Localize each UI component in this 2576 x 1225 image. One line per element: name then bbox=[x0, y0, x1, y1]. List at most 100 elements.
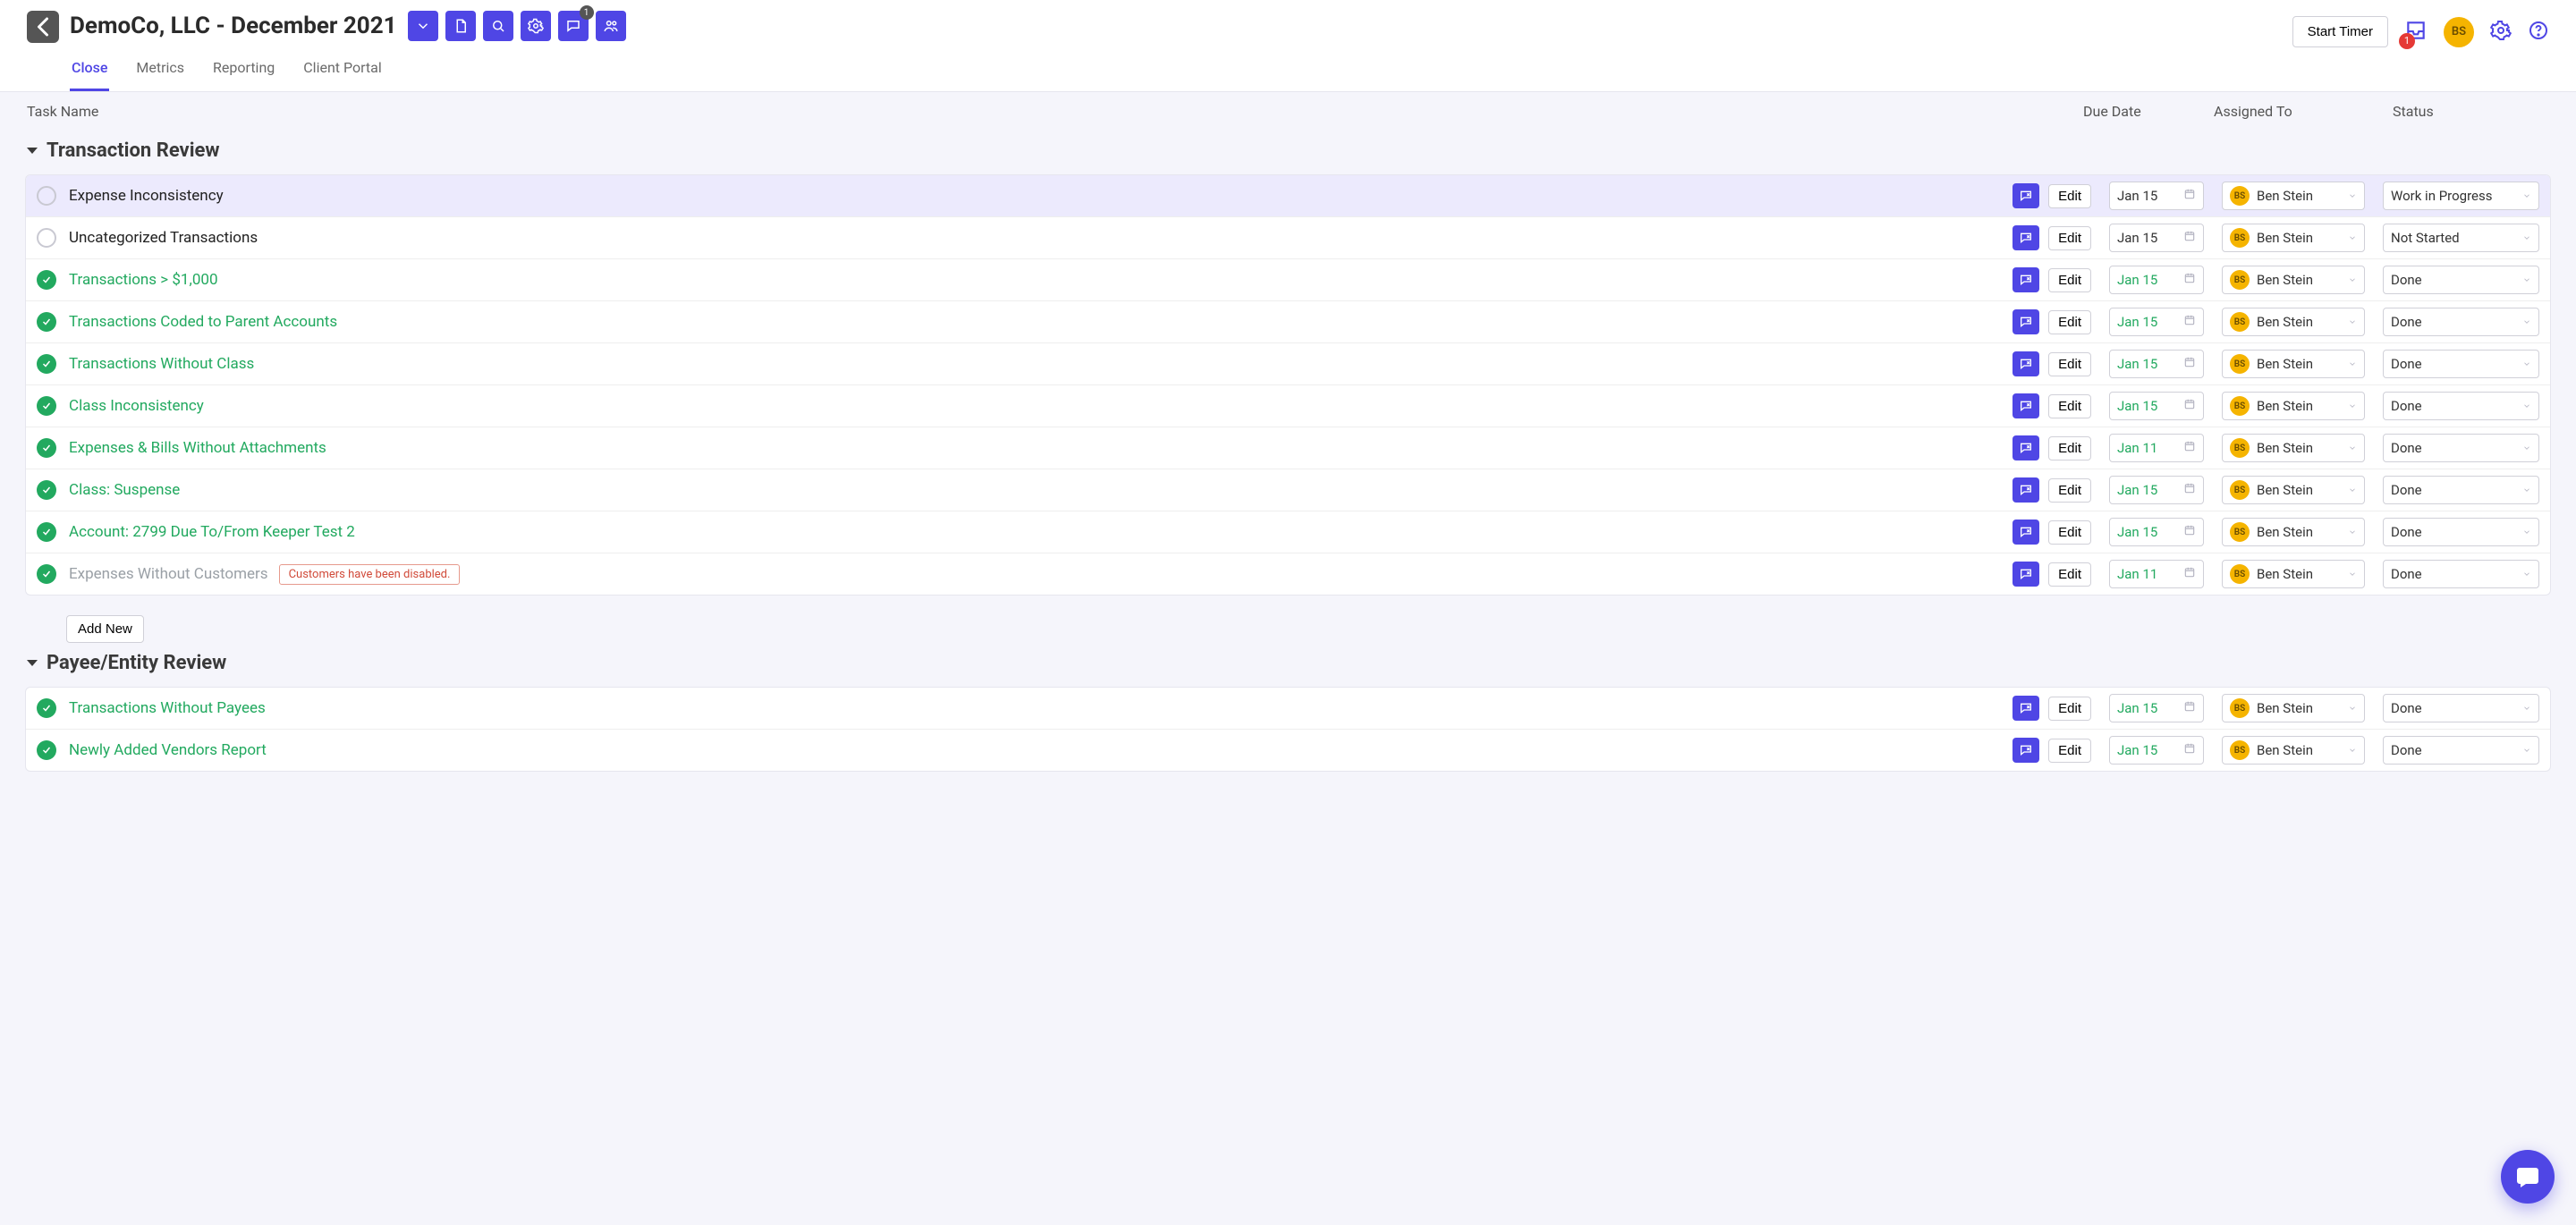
open-circle-icon[interactable] bbox=[37, 228, 56, 248]
task-row[interactable]: Newly Added Vendors ReportEditJan 15BSBe… bbox=[26, 730, 2550, 771]
due-date-select[interactable]: Jan 15 bbox=[2109, 476, 2204, 504]
status-select[interactable]: Done bbox=[2383, 392, 2539, 420]
edit-button[interactable]: Edit bbox=[2048, 697, 2091, 721]
assignee-select[interactable]: BSBen Stein bbox=[2222, 560, 2365, 588]
section-header[interactable]: Payee/Entity Review bbox=[0, 643, 2576, 687]
row-chat-button[interactable] bbox=[2012, 520, 2039, 545]
row-chat-button[interactable] bbox=[2012, 477, 2039, 503]
due-date-select[interactable]: Jan 15 bbox=[2109, 224, 2204, 252]
check-circle-icon[interactable] bbox=[37, 698, 56, 718]
task-row[interactable]: Transactions Coded to Parent AccountsEdi… bbox=[26, 301, 2550, 343]
due-date-select[interactable]: Jan 15 bbox=[2109, 182, 2204, 210]
edit-button[interactable]: Edit bbox=[2048, 436, 2091, 460]
task-row[interactable]: Expenses & Bills Without AttachmentsEdit… bbox=[26, 427, 2550, 469]
row-chat-button[interactable] bbox=[2012, 267, 2039, 292]
intercom-launcher[interactable] bbox=[2501, 1150, 2555, 1204]
status-select[interactable]: Done bbox=[2383, 476, 2539, 504]
assignee-select[interactable]: BSBen Stein bbox=[2222, 736, 2365, 765]
tab-reporting[interactable]: Reporting bbox=[211, 50, 276, 91]
tab-metrics[interactable]: Metrics bbox=[134, 50, 186, 91]
assignee-select[interactable]: BSBen Stein bbox=[2222, 434, 2365, 462]
task-row[interactable]: Transactions > $1,000EditJan 15BSBen Ste… bbox=[26, 259, 2550, 301]
task-row[interactable]: Uncategorized TransactionsEditJan 15BSBe… bbox=[26, 217, 2550, 259]
assignee-select[interactable]: BSBen Stein bbox=[2222, 224, 2365, 252]
due-date-select[interactable]: Jan 15 bbox=[2109, 392, 2204, 420]
assignee-select[interactable]: BSBen Stein bbox=[2222, 350, 2365, 378]
edit-button[interactable]: Edit bbox=[2048, 478, 2091, 503]
status-select[interactable]: Done bbox=[2383, 518, 2539, 546]
user-avatar[interactable]: BS bbox=[2444, 17, 2474, 47]
back-button[interactable] bbox=[27, 11, 59, 43]
assignee-select[interactable]: BSBen Stein bbox=[2222, 476, 2365, 504]
status-select[interactable]: Done bbox=[2383, 560, 2539, 588]
edit-button[interactable]: Edit bbox=[2048, 310, 2091, 334]
due-date-select[interactable]: Jan 15 bbox=[2109, 694, 2204, 722]
start-timer-button[interactable]: Start Timer bbox=[2292, 16, 2388, 47]
due-date-select[interactable]: Jan 11 bbox=[2109, 434, 2204, 462]
status-select[interactable]: Not Started bbox=[2383, 224, 2539, 252]
check-circle-icon[interactable] bbox=[37, 564, 56, 584]
row-chat-button[interactable] bbox=[2012, 738, 2039, 763]
task-row[interactable]: Account: 2799 Due To/From Keeper Test 2E… bbox=[26, 511, 2550, 553]
edit-button[interactable]: Edit bbox=[2048, 394, 2091, 418]
assignee-select[interactable]: BSBen Stein bbox=[2222, 392, 2365, 420]
check-circle-icon[interactable] bbox=[37, 740, 56, 760]
check-circle-icon[interactable] bbox=[37, 522, 56, 542]
check-circle-icon[interactable] bbox=[37, 270, 56, 290]
edit-button[interactable]: Edit bbox=[2048, 352, 2091, 376]
edit-button[interactable]: Edit bbox=[2048, 268, 2091, 292]
row-chat-button[interactable] bbox=[2012, 696, 2039, 721]
check-circle-icon[interactable] bbox=[37, 480, 56, 500]
status-select[interactable]: Done bbox=[2383, 434, 2539, 462]
task-row[interactable]: Class: SuspenseEditJan 15BSBen SteinDone bbox=[26, 469, 2550, 511]
status-select[interactable]: Done bbox=[2383, 694, 2539, 722]
row-chat-button[interactable] bbox=[2012, 309, 2039, 334]
due-date-select[interactable]: Jan 11 bbox=[2109, 560, 2204, 588]
row-chat-button[interactable] bbox=[2012, 225, 2039, 250]
row-chat-button[interactable] bbox=[2012, 435, 2039, 460]
assignee-select[interactable]: BSBen Stein bbox=[2222, 308, 2365, 336]
due-date-select[interactable]: Jan 15 bbox=[2109, 518, 2204, 546]
help-button[interactable] bbox=[2528, 20, 2549, 45]
dropdown-button[interactable] bbox=[408, 11, 438, 41]
row-chat-button[interactable] bbox=[2012, 351, 2039, 376]
assignee-select[interactable]: BSBen Stein bbox=[2222, 518, 2365, 546]
status-select[interactable]: Work in Progress bbox=[2383, 182, 2539, 210]
settings-button[interactable] bbox=[521, 11, 551, 41]
task-row[interactable]: Transactions Without ClassEditJan 15BSBe… bbox=[26, 343, 2550, 385]
add-new-button[interactable]: Add New bbox=[66, 615, 144, 643]
section-header[interactable]: Transaction Review bbox=[0, 131, 2576, 174]
task-row[interactable]: Expenses Without CustomersCustomers have… bbox=[26, 553, 2550, 595]
status-select[interactable]: Done bbox=[2383, 308, 2539, 336]
row-chat-button[interactable] bbox=[2012, 562, 2039, 587]
people-button[interactable] bbox=[596, 11, 626, 41]
edit-button[interactable]: Edit bbox=[2048, 739, 2091, 763]
edit-button[interactable]: Edit bbox=[2048, 184, 2091, 208]
due-date-select[interactable]: Jan 15 bbox=[2109, 308, 2204, 336]
status-select[interactable]: Done bbox=[2383, 266, 2539, 294]
edit-button[interactable]: Edit bbox=[2048, 520, 2091, 545]
edit-button[interactable]: Edit bbox=[2048, 562, 2091, 587]
assignee-select[interactable]: BSBen Stein bbox=[2222, 694, 2365, 722]
status-select[interactable]: Done bbox=[2383, 350, 2539, 378]
inbox-button[interactable]: 1 bbox=[2404, 19, 2428, 46]
chat-button[interactable]: 1 bbox=[558, 11, 589, 41]
due-date-select[interactable]: Jan 15 bbox=[2109, 350, 2204, 378]
tab-client-portal[interactable]: Client Portal bbox=[301, 50, 383, 91]
open-circle-icon[interactable] bbox=[37, 186, 56, 206]
due-date-select[interactable]: Jan 15 bbox=[2109, 266, 2204, 294]
row-chat-button[interactable] bbox=[2012, 183, 2039, 208]
due-date-select[interactable]: Jan 15 bbox=[2109, 736, 2204, 765]
check-circle-icon[interactable] bbox=[37, 438, 56, 458]
header-settings[interactable] bbox=[2490, 20, 2512, 45]
row-chat-button[interactable] bbox=[2012, 393, 2039, 418]
assignee-select[interactable]: BSBen Stein bbox=[2222, 266, 2365, 294]
task-row[interactable]: Transactions Without PayeesEditJan 15BSB… bbox=[26, 688, 2550, 730]
assignee-select[interactable]: BSBen Stein bbox=[2222, 182, 2365, 210]
edit-button[interactable]: Edit bbox=[2048, 226, 2091, 250]
check-circle-icon[interactable] bbox=[37, 312, 56, 332]
task-row[interactable]: Class InconsistencyEditJan 15BSBen Stein… bbox=[26, 385, 2550, 427]
search-button[interactable] bbox=[483, 11, 513, 41]
task-row[interactable]: Expense InconsistencyEditJan 15BSBen Ste… bbox=[26, 175, 2550, 217]
check-circle-icon[interactable] bbox=[37, 396, 56, 416]
